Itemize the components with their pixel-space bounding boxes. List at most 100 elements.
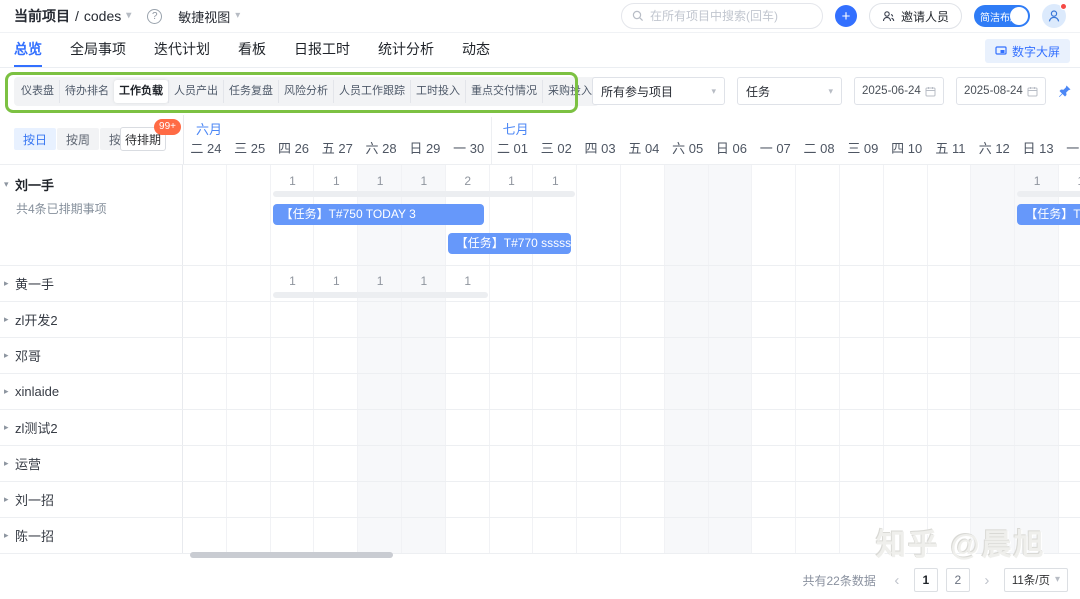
row-name-line: ▸黄一手	[4, 274, 182, 293]
task-bar[interactable]: 【任务】T#750 TODAY 3	[273, 204, 484, 225]
tab-日报工时[interactable]: 日报工时	[294, 33, 350, 67]
member-name: 运营	[15, 454, 41, 473]
day-column-header: 三 09	[841, 138, 885, 157]
row-header[interactable]: ▸陈一招	[0, 518, 183, 553]
row-name-line: ▸xinlaide	[4, 384, 182, 399]
chevron-right-icon[interactable]: ▸	[4, 494, 15, 505]
gantt-header: 按日按周按月 待排期 99+ 六月七月 二 24三 25四 26五 27六 28…	[0, 115, 1080, 165]
page-button-2[interactable]: 2	[946, 568, 970, 592]
topbar-right: + 邀请人员 简洁布局	[621, 3, 1066, 29]
segment-仪表盘[interactable]: 仪表盘	[16, 80, 59, 103]
day-column-header: 五 11	[929, 138, 973, 157]
load-band	[273, 191, 576, 197]
digital-screen-button[interactable]: 数字大屏	[985, 39, 1070, 63]
row-timeline	[183, 410, 1080, 445]
day-column-header: 日 13	[1016, 138, 1060, 157]
segment-风险分析[interactable]: 风险分析	[278, 80, 333, 103]
view-switcher-label: 敏捷视图	[178, 7, 230, 26]
global-search[interactable]	[621, 3, 823, 29]
chevron-down-icon[interactable]: ▾	[4, 179, 15, 190]
chevron-right-icon[interactable]: ▸	[4, 278, 15, 289]
search-input[interactable]	[650, 9, 810, 23]
member-name: zl开发2	[15, 310, 58, 329]
user-avatar[interactable]	[1042, 4, 1066, 28]
segment-重点交付情况[interactable]: 重点交付情况	[465, 80, 542, 103]
tab-动态[interactable]: 动态	[462, 33, 490, 67]
day-column-header: 四 03	[578, 138, 622, 157]
segment-任务复盘[interactable]: 任务复盘	[223, 80, 278, 103]
filter-bar: 仪表盘待办排名工作负载人员产出任务复盘风险分析人员工作跟踪工时投入重点交付情况采…	[0, 68, 1080, 115]
workload-count: 1	[446, 274, 490, 288]
view-switcher[interactable]: 敏捷视图 ▾	[178, 7, 240, 26]
task-bar[interactable]: 【任务】T#770 sssssssss...	[448, 233, 571, 254]
workload-count: 1	[314, 274, 358, 288]
segment-待办排名[interactable]: 待办排名	[59, 80, 114, 103]
row-name-line: ▸zl开发2	[4, 310, 182, 329]
day-column-headers: 二 24三 25四 26五 27六 28日 29一 30二 01三 02四 03…	[184, 138, 1080, 157]
caret-down-icon: ▾	[235, 11, 240, 21]
row-header[interactable]: ▸zl开发2	[0, 302, 183, 337]
help-icon[interactable]: ?	[147, 9, 162, 24]
chevron-right-icon[interactable]: ▸	[4, 350, 15, 361]
workload-count: 1	[490, 174, 534, 188]
row-name-line: ▸邓哥	[4, 346, 182, 365]
segment-工时投入[interactable]: 工时投入	[410, 80, 465, 103]
scheduled-count: 共4条已排期事项	[4, 200, 182, 217]
tab-总览[interactable]: 总览	[14, 33, 42, 67]
day-column-header: 三 25	[228, 138, 272, 157]
next-page-icon[interactable]: ›	[978, 573, 996, 588]
tab-全局事项[interactable]: 全局事项	[70, 33, 126, 67]
horizontal-scrollbar[interactable]	[190, 552, 393, 558]
compact-layout-toggle[interactable]: 简洁布局	[974, 5, 1030, 27]
row-name-line: ▸zl测试2	[4, 418, 182, 437]
page-button-1[interactable]: 1	[914, 568, 938, 592]
chevron-right-icon[interactable]: ▸	[4, 458, 15, 469]
load-band	[1017, 191, 1080, 197]
row-timeline: 111121111【任务】T#750 TODAY 3【任务】T#770 ssss…	[183, 165, 1080, 265]
row-header[interactable]: ▸运营	[0, 446, 183, 481]
chevron-right-icon[interactable]: ▸	[4, 422, 15, 433]
row-header[interactable]: ▸xinlaide	[0, 374, 183, 409]
add-button[interactable]: +	[835, 5, 857, 27]
unscheduled-button[interactable]: 待排期 99+	[120, 127, 166, 151]
start-date-picker[interactable]: 2025-06-24	[854, 77, 944, 105]
month-label: 七月	[503, 119, 529, 138]
page-size-select[interactable]: 11条/页 ▾	[1004, 568, 1068, 592]
row-header[interactable]: ▸邓哥	[0, 338, 183, 373]
view-mode-按日[interactable]: 按日	[14, 128, 56, 150]
day-column-header: 四 26	[272, 138, 316, 157]
chevron-right-icon[interactable]: ▸	[4, 314, 15, 325]
day-column-header: 日 06	[710, 138, 754, 157]
segment-人员产出[interactable]: 人员产出	[168, 80, 223, 103]
project-filter-select[interactable]: 所有参与项目 ▾	[592, 77, 725, 105]
breadcrumb-project-name: codes	[84, 8, 121, 24]
search-icon	[632, 10, 644, 22]
day-column-header: 二 08	[797, 138, 841, 157]
end-date-picker[interactable]: 2025-08-24	[956, 77, 1046, 105]
item-type-select[interactable]: 任务 ▾	[737, 77, 842, 105]
pin-icon[interactable]	[1058, 84, 1072, 98]
chevron-right-icon[interactable]: ▸	[4, 530, 15, 541]
member-name: 陈一招	[15, 526, 54, 545]
segment-人员工作跟踪[interactable]: 人员工作跟踪	[333, 80, 410, 103]
gantt-rows: ▾刘一手共4条已排期事项111121111【任务】T#750 TODAY 3【任…	[0, 165, 1080, 554]
segment-采购投入[interactable]: 采购投入	[542, 80, 597, 103]
tab-统计分析[interactable]: 统计分析	[378, 33, 434, 67]
view-mode-按周[interactable]: 按周	[57, 128, 99, 150]
row-header[interactable]: ▾刘一手共4条已排期事项	[0, 165, 183, 265]
workload-count: 1	[314, 174, 358, 188]
segment-工作负载[interactable]: 工作负载	[114, 80, 168, 103]
tab-迭代计划[interactable]: 迭代计划	[154, 33, 210, 67]
member-name: 刘一招	[15, 490, 54, 509]
row-header[interactable]: ▸黄一手	[0, 266, 183, 301]
task-bar[interactable]: 【任务】T#77	[1017, 204, 1080, 225]
row-name-line: ▸运营	[4, 454, 182, 473]
row-header[interactable]: ▸zl测试2	[0, 410, 183, 445]
gantt-row: ▸邓哥	[0, 338, 1080, 374]
tab-看板[interactable]: 看板	[238, 33, 266, 67]
chevron-right-icon[interactable]: ▸	[4, 386, 15, 397]
row-header[interactable]: ▸刘一招	[0, 482, 183, 517]
invite-member-button[interactable]: 邀请人员	[869, 3, 962, 29]
breadcrumb[interactable]: 当前项目 / codes ▾	[14, 6, 131, 26]
prev-page-icon[interactable]: ‹	[888, 573, 906, 588]
